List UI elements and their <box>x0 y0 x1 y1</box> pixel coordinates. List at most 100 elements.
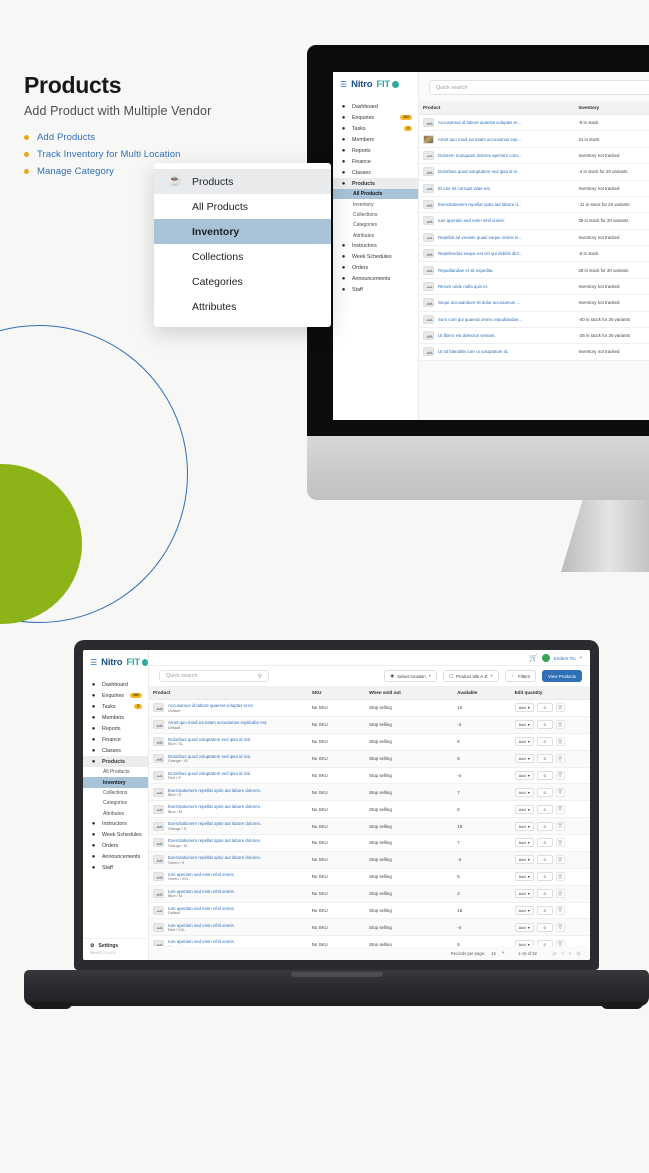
menu-item-inventory[interactable]: Inventory <box>154 219 331 244</box>
table-row[interactable]: Exercitationem repellat optio aut labore… <box>149 834 590 852</box>
product-link[interactable]: Accusamus id labore quaerat voluptas err… <box>168 703 254 708</box>
table-row[interactable]: Dolorem numquam dolores aperiam cons... I… <box>419 147 649 165</box>
quantity-input[interactable]: 0 <box>536 889 553 899</box>
view-products-button[interactable]: View Products <box>542 670 582 682</box>
product-link[interactable]: Exercitationem repellat optio aut labore… <box>168 838 261 843</box>
delete-icon[interactable]: 🗑 <box>555 737 565 747</box>
table-row[interactable]: Doloribus quod voluptatem sed ipsa id ni… <box>149 733 590 751</box>
product-link[interactable]: Iure aperiam sed enim nihil omnis. <box>168 939 235 944</box>
quantity-input[interactable]: 0 <box>536 804 553 814</box>
sort-control[interactable]: ▢ Product title A-Z ▾ <box>442 670 499 682</box>
product-link[interactable]: Exercitationem repellat optio aut labore… <box>168 804 261 809</box>
search-input-laptop[interactable]: Quick search ⚲ <box>159 670 269 682</box>
table-row[interactable]: Exercitationem repellat optio aut labore… <box>149 783 590 802</box>
sidebar-subitem-inventory[interactable]: Inventory <box>83 777 148 788</box>
quantity-input[interactable]: 0 <box>536 754 553 764</box>
table-row[interactable]: Iure aperiam sed enim nihil omnis. Red / … <box>149 918 590 937</box>
sidebar-item-finance[interactable]: ● Finance <box>83 734 148 745</box>
menu-header-products[interactable]: ☕ Products <box>154 169 331 194</box>
sidebar-item-products[interactable]: ● Products <box>83 756 148 767</box>
quantity-input[interactable]: 0 <box>536 720 553 730</box>
product-link[interactable]: Doloribus quod voluptatem sed ipsa id ni… <box>168 754 251 759</box>
quantity-action-select[interactable]: Add ▾ <box>514 905 534 915</box>
sidebar-item-tasks[interactable]: ● Tasks 3 <box>83 701 148 712</box>
sidebar-subitem-collections[interactable]: Collections <box>83 788 148 798</box>
product-link[interactable]: Sunt cum qui quaerat omnis repudiandae..… <box>438 317 522 322</box>
chevron-down-icon[interactable]: ▾ <box>502 950 504 956</box>
product-link[interactable]: Doloribus quod voluptatem sed ipsa id ni… <box>168 771 251 776</box>
next-page-icon[interactable]: > <box>569 951 571 956</box>
product-link[interactable]: Exercitationem repellat optio aut labore… <box>438 202 521 207</box>
table-row[interactable]: Iure aperiam sed enim nihil omnis.Green … <box>149 868 590 886</box>
cart-icon[interactable]: 🛒 <box>529 654 538 662</box>
table-row[interactable]: Iure aperiam sed enim nihil omnis. Blue /… <box>149 885 590 903</box>
delete-icon[interactable]: 🗑 <box>555 855 565 865</box>
first-page-icon[interactable]: |< <box>553 951 557 956</box>
product-link[interactable]: Dolorem numquam dolores aperiam cons... <box>438 153 522 158</box>
product-link[interactable]: Doloribus quod voluptatem sed ipsa id ni… <box>168 737 251 742</box>
table-row[interactable]: Exercitationem repellat optio aut labore… <box>149 817 590 835</box>
table-row[interactable]: Doloribus quod voluptatem sed ipsa id ni… <box>149 750 590 768</box>
sidebar-item-dashboard[interactable]: ● Dashboard <box>333 101 418 112</box>
table-row[interactable]: Rerum unde nulla quis et. Inventory not t… <box>419 278 649 296</box>
prev-page-icon[interactable]: < <box>562 951 564 956</box>
sidebar-item-dashboard[interactable]: ● Dashboard <box>83 679 148 690</box>
sidebar-item-week-schedules[interactable]: ● Week Schedules <box>83 830 148 841</box>
sidebar-item-enquiries[interactable]: ● Enquiries 192 <box>333 112 418 123</box>
search-icon[interactable]: ⚲ <box>258 673 262 680</box>
quantity-input[interactable]: 0 <box>536 872 553 882</box>
sidebar-item-products[interactable]: ● Products <box>333 178 418 189</box>
delete-icon[interactable]: 🗑 <box>555 922 565 932</box>
menu-item-collections[interactable]: Collections <box>154 244 331 269</box>
quantity-input[interactable]: 0 <box>536 905 553 915</box>
quantity-input[interactable]: 0 <box>536 922 553 932</box>
app-logo-laptop[interactable]: ☰ Nitro FIT <box>83 650 148 675</box>
delete-icon[interactable]: 🗑 <box>555 804 565 814</box>
sidebar-item-orders[interactable]: ● Orders <box>333 263 418 274</box>
delete-icon[interactable]: 🗑 <box>555 889 565 899</box>
quantity-action-select[interactable]: Add ▾ <box>514 754 534 764</box>
quantity-input[interactable]: 0 <box>536 737 553 747</box>
delete-icon[interactable]: 🗑 <box>555 703 565 713</box>
sidebar-subitem-categories[interactable]: Categories <box>333 220 418 230</box>
quantity-action-select[interactable]: Add ▾ <box>514 821 534 831</box>
product-link[interactable]: Amet quo modi ea totam accusamus explica… <box>168 720 267 725</box>
product-link[interactable]: Exercitationem repellat optio aut labore… <box>168 821 261 826</box>
delete-icon[interactable]: 🗑 <box>555 838 565 848</box>
menu-item-categories[interactable]: Categories <box>154 269 331 294</box>
sidebar-item-instructors[interactable]: ● Instructors <box>83 819 148 830</box>
sidebar-subitem-attributes[interactable]: Attributes <box>83 809 148 819</box>
quantity-action-select[interactable]: Add ▾ <box>514 720 534 730</box>
records-per-page-value[interactable]: 15 <box>491 951 496 956</box>
table-row[interactable]: Exercitationem repellat optio aut labore… <box>149 800 590 819</box>
sidebar-item-staff[interactable]: ● Staff <box>83 863 148 874</box>
delete-icon[interactable]: 🗑 <box>555 905 565 915</box>
sidebar-subitem-attributes[interactable]: Attributes <box>333 231 418 241</box>
product-link[interactable]: Iure aperiam sed enim nihil omnis. <box>168 923 235 928</box>
table-row[interactable]: Doloribus quod voluptatem sed ipsa id ni… <box>149 767 590 785</box>
product-link[interactable]: Repellendus eaque est vel qui debitis di… <box>438 251 522 256</box>
product-link[interactable]: Iure aperiam sed enim nihil omnis. <box>168 889 235 894</box>
table-row[interactable]: Sunt cum qui quaerat omnis repudiandae..… <box>419 311 649 328</box>
table-row[interactable]: Accusamus id labore quaerat voluptas er.… <box>419 114 649 132</box>
product-link[interactable]: Repudiandae et sit expedita. <box>438 268 494 273</box>
sidebar-item-tasks[interactable]: ● Tasks 3 <box>333 123 418 134</box>
sidebar-item-instructors[interactable]: ● Instructors <box>333 241 418 252</box>
quantity-action-select[interactable]: Add ▾ <box>514 804 534 814</box>
sidebar-item-enquiries[interactable]: ● Enquiries 192 <box>83 690 148 701</box>
product-link[interactable]: Repellat ad veniam quasi eaque omnis te.… <box>438 235 522 240</box>
delete-icon[interactable]: 🗑 <box>555 872 565 882</box>
quantity-action-select[interactable]: Add ▾ <box>514 737 534 747</box>
sidebar-item-finance[interactable]: ● Finance <box>333 156 418 167</box>
quantity-input[interactable]: 0 <box>536 855 553 865</box>
sidebar-item-orders[interactable]: ● Orders <box>83 841 148 852</box>
product-link[interactable]: Iure aperiam sed enim nihil omnis. <box>438 218 505 223</box>
table-row[interactable]: Accusamus id labore quaerat voluptas err… <box>149 699 590 717</box>
table-row[interactable]: Exercitationem repellat optio aut labore… <box>419 196 649 214</box>
sidebar-item-settings[interactable]: ⚙ Settings <box>83 939 148 949</box>
quantity-action-select[interactable]: Add ▾ <box>514 787 534 797</box>
avatar[interactable] <box>541 654 550 662</box>
quantity-input[interactable]: 0 <box>536 821 553 831</box>
sidebar-subitem-categories[interactable]: Categories <box>83 798 148 808</box>
hamburger-icon[interactable]: ☰ <box>90 658 97 667</box>
